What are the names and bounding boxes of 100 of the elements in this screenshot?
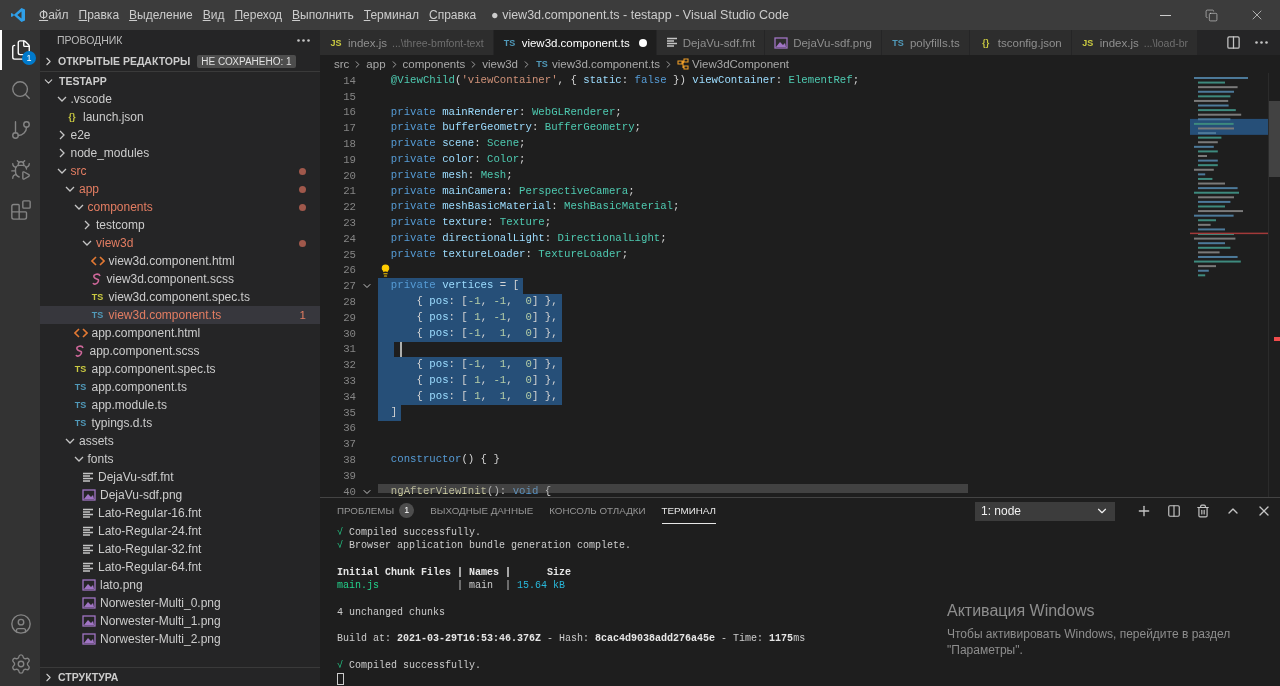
tree-item[interactable]: DejaVu-sdf.fnt [40,468,320,486]
extensions-icon [10,199,32,221]
editor-tab[interactable]: TS view3d.component.ts [493,30,657,55]
tree-item[interactable]: TS view3d.component.spec.ts [40,288,320,306]
breadcrumb-item[interactable]: components [402,58,466,70]
tree-item[interactable]: TS app.component.spec.ts [40,360,320,378]
menu-item[interactable]: Справка [424,8,482,22]
breadcrumb-item[interactable]: app [366,58,386,70]
text-lines-icon [82,471,94,483]
tree-item[interactable]: app.component.html [40,324,320,342]
breadcrumb-item[interactable]: TS view3d.component.ts [535,58,661,70]
new-terminal-button[interactable] [1136,503,1152,519]
terminal-select[interactable]: 1: node [975,501,1115,521]
tree-item[interactable]: lato.png [40,576,320,594]
more-button[interactable] [297,38,310,42]
tree-item[interactable]: e2e [40,126,320,144]
file-name: Lato-Regular-24.fnt [98,524,202,538]
tree-item[interactable]: TS app.component.ts [40,378,320,396]
file-name: app.module.ts [91,398,167,412]
menu-item[interactable]: Переход [229,8,288,22]
code-line: private meshBasicMaterial: MeshBasicMaterial; [389,199,680,215]
menu-item[interactable]: Вид [197,8,230,22]
sidebar-title: ПРОВОДНИК [57,34,123,46]
tree-item[interactable]: node_modules [40,144,320,162]
menu-item[interactable]: Терминал [358,8,424,22]
file-name: DejaVu-sdf.fnt [98,470,174,484]
outline-header[interactable]: СТРУКТУРА [40,667,320,686]
tree-item[interactable]: view3d [40,234,320,252]
tree-item[interactable]: testcomp [40,216,320,234]
tree-item[interactable]: assets [40,432,320,450]
problem-count: 1 [299,309,306,321]
tab-label: polyfills.ts [909,36,960,49]
tree-item[interactable]: components [40,198,320,216]
delete-button[interactable] [1196,504,1210,518]
editor-tab[interactable]: DejaVu-sdf.fnt [656,30,766,55]
project-header[interactable]: TESTAPP [40,72,320,90]
menu-item[interactable]: Выделение [124,8,198,22]
more-icon [297,38,310,42]
tree-item[interactable]: .vscode [40,90,320,108]
tree-item[interactable]: TS app.module.ts [40,396,320,414]
breadcrumb-item[interactable]: src [334,58,350,70]
line-number: 15 [342,90,356,103]
split-terminal-button[interactable] [1167,504,1181,518]
tree-item[interactable]: Lato-Regular-24.fnt [40,522,320,540]
line-number: 19 [342,153,356,166]
file-type-label: JS [329,37,343,48]
line-number: 26 [342,264,356,277]
breadcrumb-item[interactable]: view3d [482,58,518,70]
tree-item[interactable]: Lato-Regular-64.fnt [40,558,320,576]
scrollbar-thumb[interactable] [1269,101,1280,177]
line-number: 17 [342,122,356,135]
menu-item[interactable]: Правка [73,8,125,22]
terminal-line: Initial Chunk Files | Names | Size [337,565,572,580]
panel-tab[interactable]: ВЫХОДНЫЕ ДАННЫЕ [430,498,534,524]
menu-item[interactable]: Файл [34,8,74,22]
project-name: TESTAPP [59,75,107,87]
file-name: .vscode [70,92,112,106]
line-number: 18 [342,138,356,151]
tree-item[interactable]: app [40,180,320,198]
menu-item[interactable]: Выполнить [287,8,359,22]
tree-item[interactable]: TS typings.d.ts [40,414,320,432]
lightbulb-icon[interactable] [379,263,392,277]
tree-item[interactable]: Norwester-Multi_0.png [40,594,320,612]
modified-dot [299,203,306,211]
more-button[interactable] [1255,41,1268,44]
tree-item[interactable]: Norwester-Multi_1.png [40,612,320,630]
tree-item[interactable]: app.component.scss [40,342,320,360]
tab-label: DejaVu-sdf.png [793,36,872,49]
editor-tab[interactable]: {} tsconfig.json [969,30,1072,55]
file-type-label: {} [981,37,991,48]
editor-tab[interactable]: JS index.js ...\three-bmfont-text [320,30,494,55]
activation-text: "Параметры". [947,642,1024,658]
panel-tab[interactable]: ПРОБЛЕМЫ 1 [337,498,415,524]
editor-tab[interactable]: TS polyfills.ts [881,30,970,55]
tree-item[interactable]: view3d.component.html [40,252,320,270]
file-name: node_modules [70,146,150,160]
breadcrumb-item[interactable]: View3dComponent [677,58,789,70]
more-icon [1255,41,1268,44]
panel-tab[interactable]: КОНСОЛЬ ОТЛАДКИ [549,498,646,524]
editor-tab[interactable]: DejaVu-sdf.png [765,30,882,55]
source-control-icon [10,119,32,141]
editor-tab[interactable]: JS index.js ...\load-br [1071,30,1199,55]
tree-item[interactable]: src [40,162,320,180]
split-editor-button[interactable] [1226,35,1241,50]
tree-item[interactable]: DejaVu-sdf.png [40,486,320,504]
panel-tab[interactable]: ТЕРМИНАЛ [661,498,716,524]
code-line: constructor() { } [389,452,500,468]
file-name: Lato-Regular-64.fnt [98,560,202,574]
search-icon [10,79,32,101]
tree-item[interactable]: Lato-Regular-16.fnt [40,504,320,522]
tree-item[interactable]: view3d.component.scss [40,270,320,288]
open-editors-header[interactable]: ОТКРЫТЫЕ РЕДАКТОРЫ НЕ СОХРАНЕНО: 1 [40,51,320,71]
image-icon [82,633,96,645]
activation-text: Чтобы активировать Windows, перейдите в раздел [947,626,1231,642]
tree-item[interactable]: Norwester-Multi_2.png [40,630,320,648]
tree-item[interactable]: TS view3d.component.ts 1 [40,306,320,324]
file-name: launch.json [83,110,144,124]
tree-item[interactable]: {} launch.json [40,108,320,126]
tree-item[interactable]: fonts [40,450,320,468]
tree-item[interactable]: Lato-Regular-32.fnt [40,540,320,558]
